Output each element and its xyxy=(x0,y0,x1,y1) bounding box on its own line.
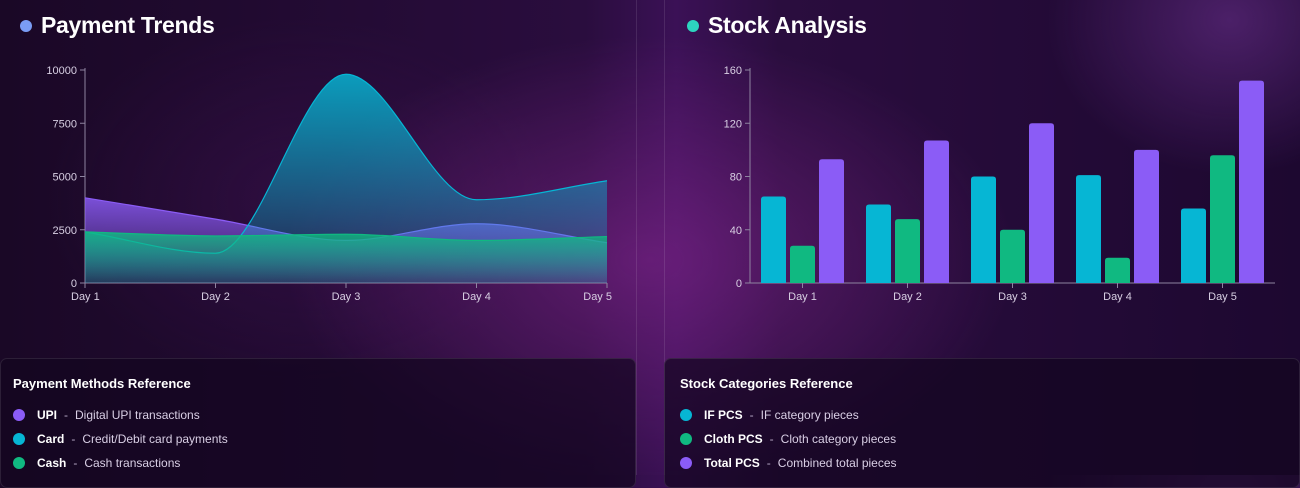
y-tick-label-120: 120 xyxy=(724,118,742,130)
reference-item-total-pcs: Total PCS - Combined total pieces xyxy=(680,451,1287,475)
bar-cloth-pcs-day-3 xyxy=(1000,229,1025,283)
x-tick-label-day-1: Day 1 xyxy=(788,291,817,303)
reference-item-if-pcs: IF PCS - IF category pieces xyxy=(680,403,1287,427)
y-tick-label-40: 40 xyxy=(730,225,742,237)
reference-name: UPI xyxy=(37,408,58,422)
reference-separator: - xyxy=(769,432,774,446)
reference-description: IF category pieces xyxy=(760,408,859,422)
bar-if-pcs-day-4 xyxy=(1076,175,1101,283)
reference-description: Cash transactions xyxy=(84,456,181,470)
stock-reference-title: Stock Categories Reference xyxy=(680,376,853,391)
bar-cloth-pcs-day-4 xyxy=(1105,257,1130,283)
reference-separator: - xyxy=(64,408,69,422)
y-tick-label-160: 160 xyxy=(724,65,742,77)
y-tick-label-80: 80 xyxy=(730,172,742,184)
cloth-pcs-color-dot xyxy=(680,433,692,445)
upi-color-dot xyxy=(13,409,25,421)
reference-name: Total PCS xyxy=(704,456,760,470)
y-tick-label-2500: 2500 xyxy=(53,225,77,237)
reference-item-upi: UPI - Digital UPI transactions xyxy=(13,403,623,427)
bar-total-pcs-day-1 xyxy=(819,159,844,283)
y-tick-label-10000: 10000 xyxy=(46,65,77,77)
if-pcs-color-dot xyxy=(680,409,692,421)
x-tick-label-day-4: Day 4 xyxy=(462,291,491,303)
x-tick-label-day-3: Day 3 xyxy=(332,291,361,303)
reference-separator: - xyxy=(73,456,78,470)
reference-name: Cloth PCS xyxy=(704,432,763,446)
bar-cloth-pcs-day-5 xyxy=(1210,155,1235,283)
reference-name: IF PCS xyxy=(704,408,743,422)
bar-cloth-pcs-day-1 xyxy=(790,245,815,283)
bar-total-pcs-day-2 xyxy=(924,140,949,283)
bar-if-pcs-day-2 xyxy=(866,204,891,283)
reference-separator: - xyxy=(71,432,76,446)
x-tick-label-day-2: Day 2 xyxy=(893,291,922,303)
reference-separator: - xyxy=(766,456,771,470)
bar-total-pcs-day-3 xyxy=(1029,123,1054,283)
reference-name: Card xyxy=(37,432,65,446)
reference-separator: - xyxy=(749,408,754,422)
bar-if-pcs-day-1 xyxy=(761,196,786,283)
x-tick-label-day-4: Day 4 xyxy=(1103,291,1132,303)
bar-total-pcs-day-4 xyxy=(1134,149,1159,283)
stock-categories-reference: Stock Categories Reference IF PCS - IF c… xyxy=(664,358,1300,488)
reference-item-card: Card - Credit/Debit card payments xyxy=(13,427,623,451)
reference-description: Cloth category pieces xyxy=(780,432,897,446)
x-tick-label-day-5: Day 5 xyxy=(583,291,612,303)
bar-total-pcs-day-5 xyxy=(1239,80,1264,284)
bar-if-pcs-day-5 xyxy=(1181,208,1206,283)
reference-description: Combined total pieces xyxy=(777,456,897,470)
reference-item-cash: Cash - Cash transactions xyxy=(13,451,623,475)
x-tick-label-day-3: Day 3 xyxy=(998,291,1027,303)
card-color-dot xyxy=(13,433,25,445)
x-tick-label-day-1: Day 1 xyxy=(71,291,100,303)
reference-item-cloth-pcs: Cloth PCS - Cloth category pieces xyxy=(680,427,1287,451)
bar-if-pcs-day-3 xyxy=(971,176,996,283)
x-tick-label-day-5: Day 5 xyxy=(1208,291,1237,303)
payment-area-chart: 0 2500 5000 7500 10000 Day 1 Day 2 Day 3 Day 4 Da… xyxy=(46,65,612,303)
x-tick-label-day-2: Day 2 xyxy=(201,291,230,303)
y-tick-label-0: 0 xyxy=(736,278,742,290)
payment-methods-reference: Payment Methods Reference UPI - Digital … xyxy=(0,358,636,488)
y-tick-label-0: 0 xyxy=(71,278,77,290)
stock-bar-chart: 0 40 80 120 160 Day 1 Day 2 Day 3 Day 4 Day 5 xyxy=(724,65,1275,303)
reference-description: Credit/Debit card payments xyxy=(82,432,228,446)
cash-color-dot xyxy=(13,457,25,469)
reference-description: Digital UPI transactions xyxy=(75,408,200,422)
bar-cloth-pcs-day-2 xyxy=(895,219,920,283)
reference-name: Cash xyxy=(37,456,67,470)
payment-reference-title: Payment Methods Reference xyxy=(13,376,191,391)
y-tick-label-5000: 5000 xyxy=(53,172,77,184)
y-tick-label-7500: 7500 xyxy=(53,118,77,130)
total-pcs-color-dot xyxy=(680,457,692,469)
